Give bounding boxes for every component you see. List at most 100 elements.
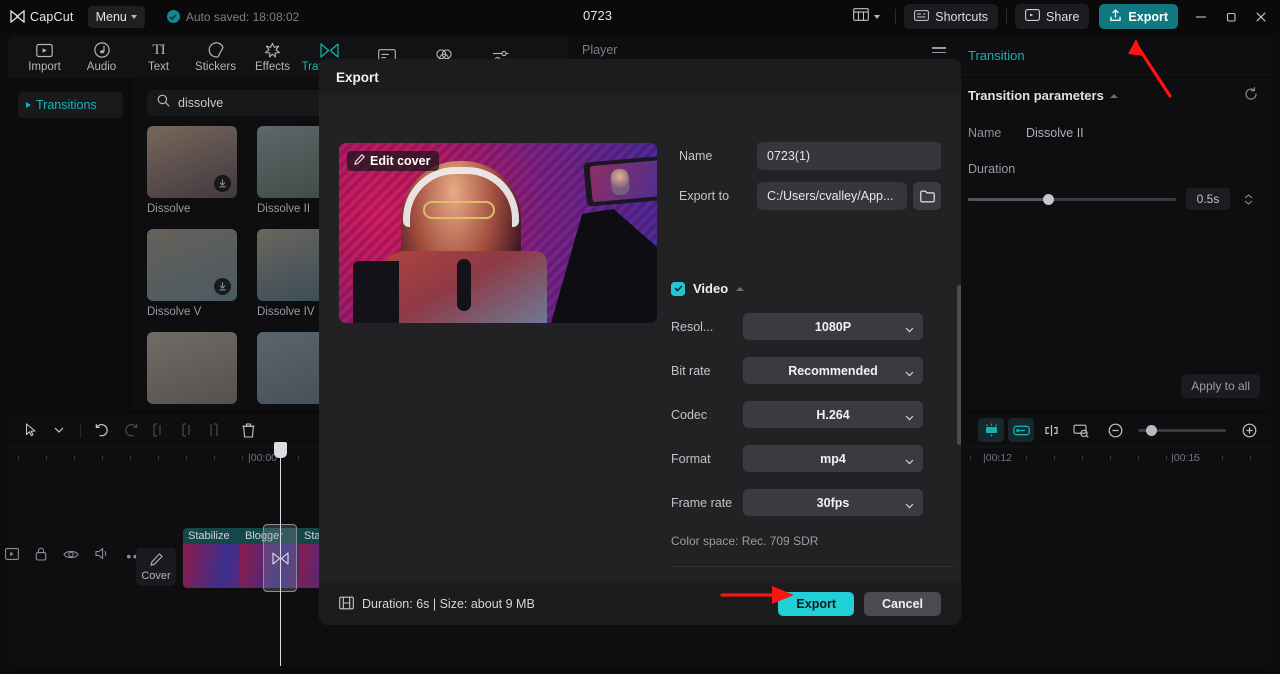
- redo-icon[interactable]: [117, 418, 143, 442]
- cover-preview[interactable]: Edit cover: [339, 143, 657, 323]
- tool-label: Import: [28, 60, 61, 73]
- transition-thumbnail[interactable]: [147, 229, 237, 301]
- keyboard-icon: [914, 9, 930, 24]
- transition-item[interactable]: Dissolve: [147, 126, 237, 215]
- ruler-tick: [102, 456, 103, 460]
- ruler-tick: [18, 456, 19, 460]
- transition-thumbnail[interactable]: [147, 126, 237, 198]
- settings-scrollbar[interactable]: [957, 285, 961, 445]
- dialog-footer: Duration: 6s | Size: about 9 MB Export C…: [319, 583, 961, 625]
- resolution-select[interactable]: 1080P: [743, 313, 923, 340]
- tool-import[interactable]: Import: [16, 36, 73, 78]
- adapt-icon[interactable]: [1068, 418, 1094, 442]
- transition-item[interactable]: [147, 332, 237, 409]
- chevron-down-icon: [905, 410, 914, 424]
- codec-select[interactable]: H.264: [743, 401, 923, 428]
- export-form-top: Name 0723(1) Export to C:/Users/cvalley/…: [679, 141, 944, 221]
- tool-text[interactable]: TI Text: [130, 36, 187, 78]
- video-track-icon[interactable]: [5, 547, 20, 565]
- download-icon[interactable]: [214, 278, 231, 295]
- edit-pencil-icon: [149, 552, 163, 569]
- tool-audio[interactable]: Audio: [73, 36, 130, 78]
- speaker-icon[interactable]: [95, 547, 110, 565]
- ruler-tick: [158, 456, 159, 460]
- undo-icon[interactable]: [89, 418, 115, 442]
- tab-transition[interactable]: Transition: [960, 36, 1272, 74]
- video-section-header[interactable]: Video: [671, 281, 954, 296]
- share-button[interactable]: Share: [1015, 4, 1090, 29]
- ruler-tick: [1250, 456, 1251, 460]
- chevron-down-icon: [905, 366, 914, 380]
- zoom-out-icon[interactable]: [1102, 418, 1128, 442]
- auto-keyframe-icon[interactable]: [978, 418, 1004, 442]
- playhead-handle[interactable]: [274, 442, 287, 458]
- layout-button[interactable]: [846, 5, 887, 29]
- tool-stickers[interactable]: Stickers: [187, 36, 244, 78]
- ruler-tick: [130, 456, 131, 460]
- dialog-cancel-button[interactable]: Cancel: [864, 592, 941, 616]
- category-transitions[interactable]: Transitions: [18, 92, 123, 118]
- magnet-snap-icon[interactable]: [1038, 418, 1064, 442]
- export-path-input[interactable]: C:/Users/cvalley/App...: [757, 182, 907, 210]
- name-input[interactable]: 0723(1): [757, 142, 941, 170]
- ruler-tick: [970, 456, 971, 460]
- framerate-select[interactable]: 30fps: [743, 489, 923, 516]
- duration-label: Duration: [968, 162, 1016, 176]
- shortcuts-button[interactable]: Shortcuts: [904, 4, 999, 29]
- folder-icon[interactable]: [913, 182, 941, 210]
- title-bar: CapCut Menu Auto saved: 18:08:02 0723 Sh…: [0, 0, 1280, 33]
- duration-slider[interactable]: [968, 193, 1176, 205]
- close-button[interactable]: [1246, 0, 1276, 33]
- trim-right-icon[interactable]: [201, 418, 227, 442]
- dialog-actions: Export Cancel: [778, 592, 941, 616]
- codec-row: Codec H.264: [671, 401, 954, 428]
- tool-effects[interactable]: Effects: [244, 36, 301, 78]
- transition-item[interactable]: Dissolve V: [147, 229, 237, 318]
- apply-to-all-button[interactable]: Apply to all: [1181, 374, 1260, 398]
- select-cursor-icon[interactable]: [18, 418, 44, 442]
- name-value: Dissolve II: [1026, 126, 1084, 140]
- minimize-button[interactable]: [1186, 0, 1216, 33]
- zoom-slider[interactable]: [1138, 424, 1226, 436]
- maximize-button[interactable]: [1216, 0, 1246, 33]
- transition-parameters-header[interactable]: Transition parameters: [968, 87, 1258, 104]
- trim-left-icon[interactable]: [173, 418, 199, 442]
- playhead[interactable]: [274, 442, 287, 666]
- ruler-tick: [1138, 456, 1139, 460]
- split-icon[interactable]: [145, 418, 171, 442]
- zoom-slider-knob[interactable]: [1146, 424, 1157, 436]
- slider-knob[interactable]: [1042, 193, 1054, 205]
- tab-transition-label: Transition: [968, 47, 1025, 63]
- cover-button[interactable]: Cover: [136, 548, 176, 586]
- transition-thumbnail[interactable]: [147, 332, 237, 404]
- player-menu-icon[interactable]: [932, 47, 946, 53]
- section-title: Transition parameters: [968, 88, 1104, 103]
- reset-icon[interactable]: [1244, 87, 1258, 104]
- zoom-in-icon[interactable]: [1236, 418, 1262, 442]
- lock-icon[interactable]: [35, 547, 47, 566]
- edit-cover-button[interactable]: Edit cover: [347, 151, 440, 171]
- eye-icon[interactable]: [63, 547, 80, 565]
- ruler-tick: [1222, 456, 1223, 460]
- film-icon: [339, 596, 354, 613]
- link-icon[interactable]: [1008, 418, 1034, 442]
- chevron-down-icon: [130, 14, 137, 19]
- tool-dropdown-icon[interactable]: [46, 418, 72, 442]
- check-circle-icon: [166, 10, 180, 23]
- framerate-label: Frame rate: [671, 495, 733, 510]
- format-select[interactable]: mp4: [743, 445, 923, 472]
- menu-button[interactable]: Menu: [87, 5, 145, 28]
- ruler-tick: [186, 456, 187, 460]
- bitrate-select[interactable]: Recommended: [743, 357, 923, 384]
- duration-value[interactable]: 0.5s: [1186, 188, 1230, 210]
- chevron-down-icon: [905, 498, 914, 512]
- delete-icon[interactable]: [235, 418, 261, 442]
- duration-stepper[interactable]: [1244, 193, 1253, 205]
- app-name: CapCut: [30, 9, 74, 24]
- dialog-cancel-label: Cancel: [882, 597, 923, 611]
- download-icon[interactable]: [214, 175, 231, 192]
- titlebar-export-button[interactable]: Export: [1099, 4, 1178, 29]
- video-checkbox[interactable]: [671, 281, 685, 296]
- framerate-row: Frame rate 30fps: [671, 489, 954, 516]
- dialog-export-button[interactable]: Export: [778, 592, 854, 616]
